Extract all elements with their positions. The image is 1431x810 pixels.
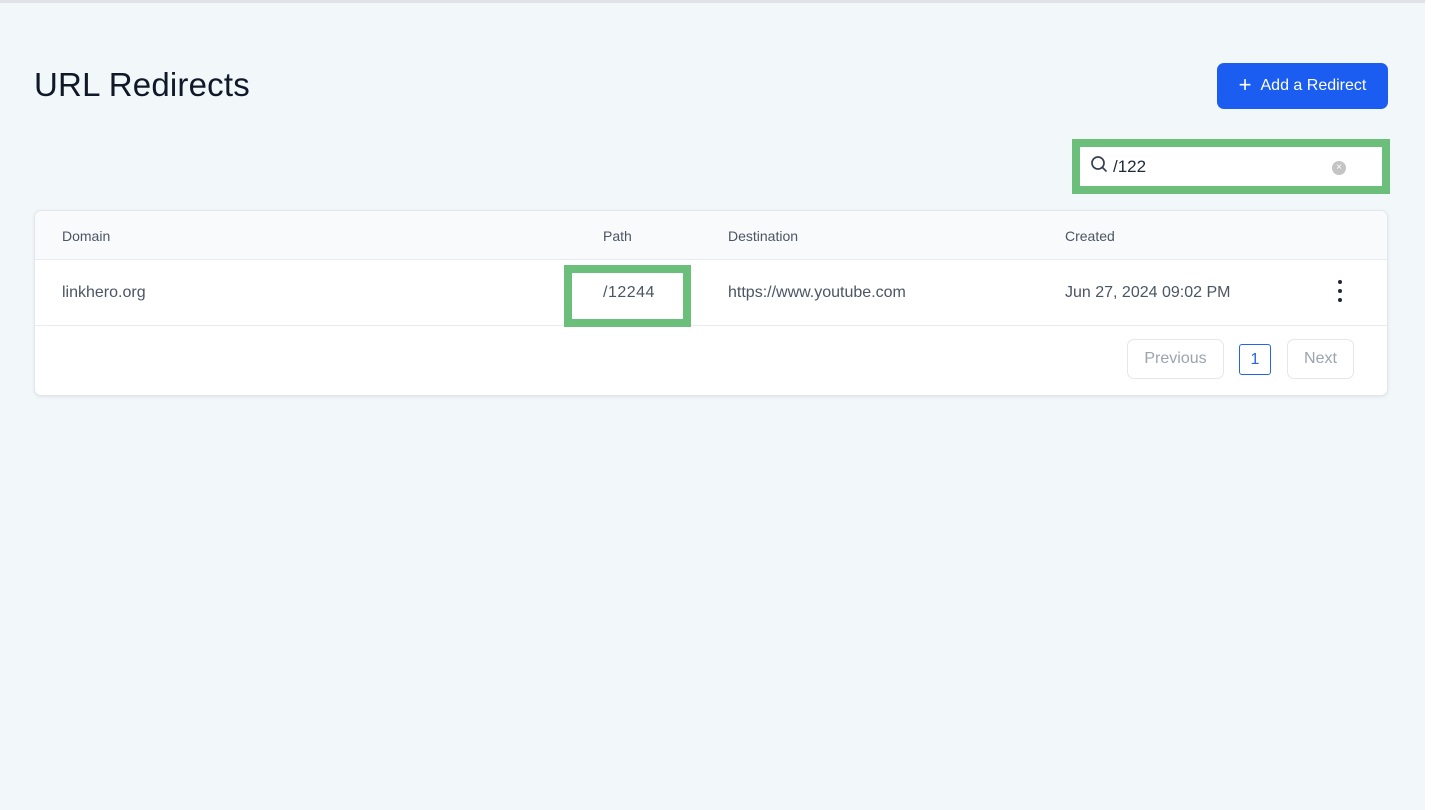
search-input[interactable] <box>1113 156 1323 177</box>
column-domain: Domain <box>62 228 111 244</box>
add-redirect-button[interactable]: + Add a Redirect <box>1217 63 1388 109</box>
search-box[interactable]: × <box>1080 147 1382 186</box>
cell-destination: https://www.youtube.com <box>728 284 906 301</box>
cell-domain: linkhero.org <box>62 284 146 301</box>
column-created: Created <box>1065 228 1115 244</box>
top-border <box>0 0 1425 3</box>
page-1-button[interactable]: 1 <box>1239 344 1271 375</box>
previous-button[interactable]: Previous <box>1127 339 1224 379</box>
table-row[interactable]: linkhero.org /12244 https://www.youtube.… <box>35 260 1387 327</box>
right-edge <box>1425 0 1431 810</box>
cell-created: Jun 27, 2024 09:02 PM <box>1065 284 1231 301</box>
cell-path: /12244 <box>603 284 655 301</box>
page-title: URL Redirects <box>34 66 250 103</box>
clear-icon[interactable]: × <box>1332 161 1346 175</box>
plus-icon: + <box>1238 72 1252 97</box>
column-destination: Destination <box>728 228 799 244</box>
more-options-icon[interactable] <box>1335 280 1345 302</box>
redirects-table: Domain Path Destination Created linkhero… <box>34 210 1388 396</box>
table-header: Domain Path Destination Created <box>35 211 1387 260</box>
next-button[interactable]: Next <box>1287 339 1354 379</box>
add-redirect-label: Add a Redirect <box>1260 77 1367 94</box>
search-icon <box>1090 155 1108 178</box>
column-path: Path <box>603 228 632 244</box>
